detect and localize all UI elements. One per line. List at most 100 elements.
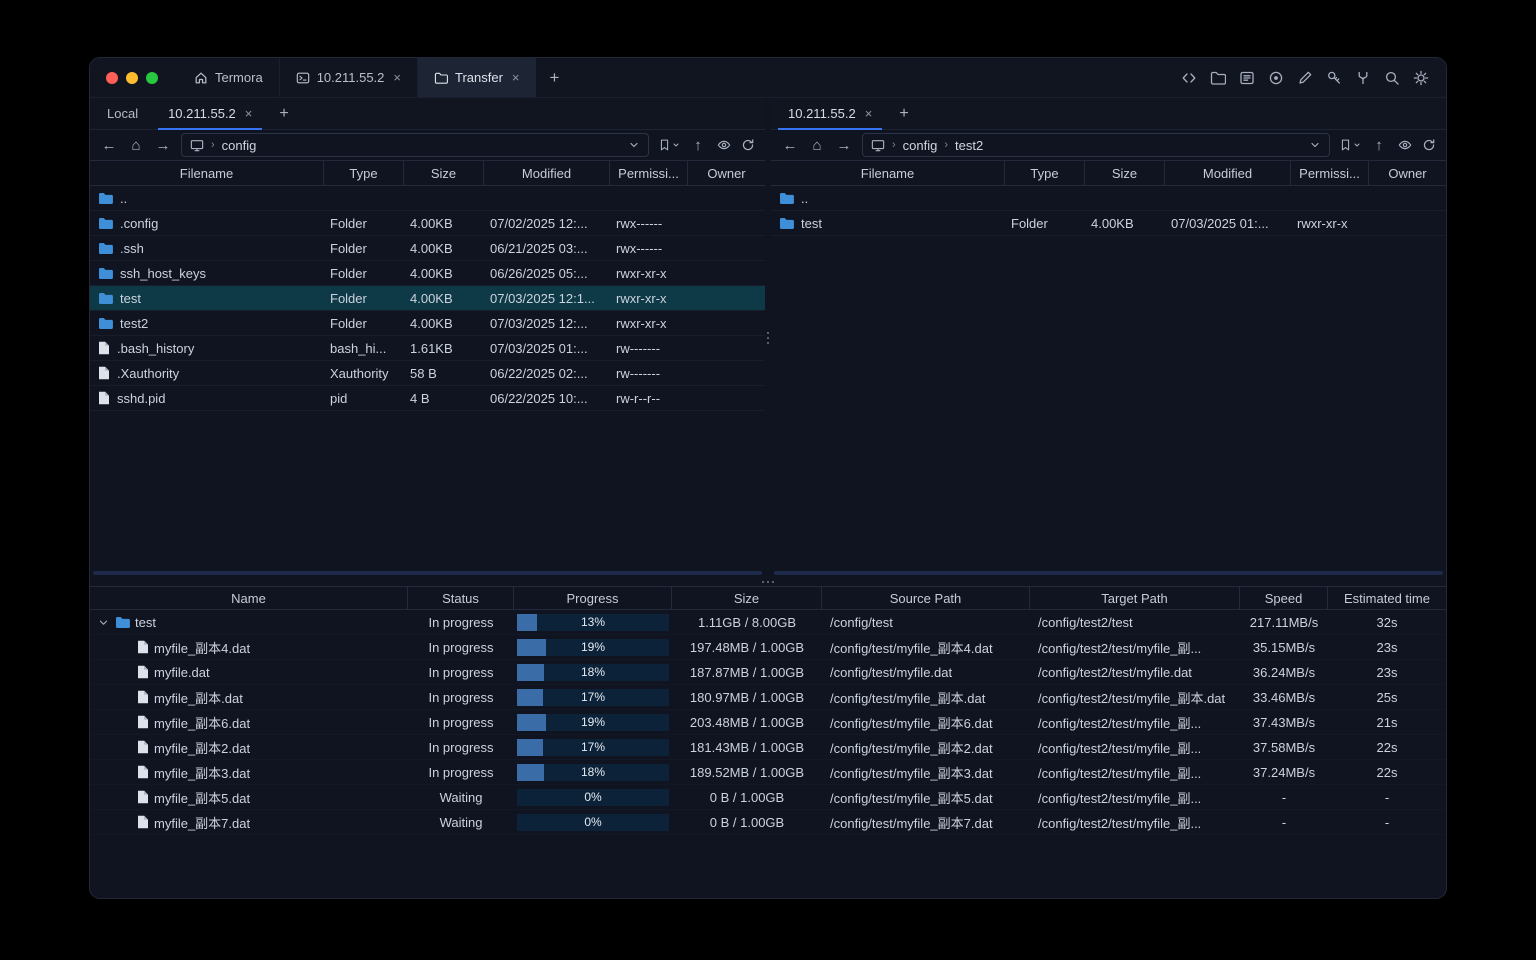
new-pane-tab-button[interactable]: + — [887, 98, 920, 129]
chevron-down-icon[interactable] — [1309, 139, 1321, 151]
transfer-target-path: /config/test2/test/myfile.dat — [1038, 664, 1192, 680]
transfer-panel: Name Status Progress Size Source Path Ta… — [90, 586, 1446, 898]
transfer-row[interactable]: myfile_副本.dat In progress 17% 180.97MB /… — [90, 685, 1446, 710]
file-row[interactable]: .Xauthority Xauthority 58 B 06/22/2025 0… — [90, 361, 765, 386]
transfer-row[interactable]: myfile_副本3.dat In progress 18% 189.52MB … — [90, 760, 1446, 785]
folder-icon[interactable] — [1206, 66, 1229, 89]
transfer-row[interactable]: myfile.dat In progress 18% 187.87MB / 1.… — [90, 660, 1446, 685]
transfer-row[interactable]: myfile_副本5.dat Waiting 0% 0 B / 1.00GB /… — [90, 785, 1446, 810]
tab-termora[interactable]: Termora — [178, 58, 279, 97]
column-header-type[interactable]: Type — [324, 161, 404, 185]
transfer-row[interactable]: myfile_副本6.dat In progress 19% 203.48MB … — [90, 710, 1446, 735]
close-icon[interactable]: × — [865, 107, 873, 120]
column-header-owner[interactable]: Owner — [1369, 161, 1446, 185]
back-button[interactable]: ← — [100, 138, 118, 153]
close-icon[interactable]: × — [245, 107, 253, 120]
breadcrumb-segment[interactable]: config — [903, 138, 938, 153]
file-row[interactable]: test Folder 4.00KB 07/03/2025 12:1... rw… — [90, 286, 765, 311]
forward-button[interactable]: → — [154, 138, 172, 153]
file-row[interactable]: .bash_history bash_hi... 1.61KB 07/03/20… — [90, 336, 765, 361]
home-button[interactable]: ⌂ — [127, 138, 145, 153]
tab-remote-host[interactable]: 10.211.55.2 × — [773, 98, 887, 130]
column-header-source-path[interactable]: Source Path — [822, 587, 1030, 609]
pen-icon[interactable] — [1293, 66, 1316, 89]
column-header-size[interactable]: Size — [404, 161, 484, 185]
key-icon[interactable] — [1322, 66, 1345, 89]
upload-button[interactable]: ↑ — [1370, 138, 1388, 153]
file-row[interactable]: test2 Folder 4.00KB 07/03/2025 12:... rw… — [90, 311, 765, 336]
close-icon[interactable]: × — [393, 71, 401, 84]
bookmark-button[interactable] — [658, 138, 680, 152]
breadcrumb-segment[interactable]: test2 — [955, 138, 983, 153]
column-header-permissions[interactable]: Permissi... — [610, 161, 688, 185]
log-icon[interactable] — [1235, 66, 1258, 89]
close-icon[interactable]: × — [512, 71, 520, 84]
folder-icon — [98, 242, 113, 255]
new-pane-tab-button[interactable]: + — [267, 98, 300, 129]
transfer-status: In progress — [428, 689, 494, 705]
home-button[interactable]: ⌂ — [808, 138, 826, 153]
file-row[interactable]: .ssh Folder 4.00KB 06/21/2025 03:... rwx… — [90, 236, 765, 261]
column-header-owner[interactable]: Owner — [688, 161, 765, 185]
computer-icon — [190, 139, 204, 152]
file-icon — [98, 391, 110, 405]
column-header-filename[interactable]: Filename — [771, 161, 1005, 185]
show-hidden-eye-icon[interactable] — [716, 138, 732, 152]
column-header-size[interactable]: Size — [1085, 161, 1165, 185]
column-header-permissions[interactable]: Permissi... — [1291, 161, 1369, 185]
column-header-status[interactable]: Status — [408, 587, 514, 609]
zoom-button[interactable] — [146, 71, 158, 84]
file-name: test — [801, 215, 822, 231]
transfer-row[interactable]: myfile_副本7.dat Waiting 0% 0 B / 1.00GB /… — [90, 810, 1446, 835]
horizontal-scrollbar[interactable] — [774, 571, 1443, 575]
column-header-modified[interactable]: Modified — [484, 161, 610, 185]
tab-local[interactable]: Local — [92, 98, 153, 129]
tab-transfer[interactable]: Transfer × — [417, 58, 536, 97]
path-breadcrumb[interactable]: › config › test2 — [862, 133, 1330, 157]
file-row[interactable]: sshd.pid pid 4 B 06/22/2025 10:... rw-r-… — [90, 386, 765, 411]
refresh-icon[interactable] — [741, 138, 755, 152]
column-header-speed[interactable]: Speed — [1240, 587, 1328, 609]
record-icon[interactable] — [1264, 66, 1287, 89]
column-header-size[interactable]: Size — [672, 587, 822, 609]
back-button[interactable]: ← — [781, 138, 799, 153]
file-row[interactable]: .. — [771, 186, 1446, 211]
column-header-target-path[interactable]: Target Path — [1030, 587, 1240, 609]
show-hidden-eye-icon[interactable] — [1397, 138, 1413, 152]
expand-chevron-icon[interactable] — [96, 617, 110, 628]
file-row[interactable]: test Folder 4.00KB 07/03/2025 01:... rwx… — [771, 211, 1446, 236]
file-row[interactable]: .. — [90, 186, 765, 211]
path-breadcrumb[interactable]: › config — [181, 133, 649, 157]
transfer-row[interactable]: myfile_副本4.dat In progress 19% 197.48MB … — [90, 635, 1446, 660]
transfer-row[interactable]: test In progress 13% 1.11GB / 8.00GB /co… — [90, 610, 1446, 635]
transfer-row[interactable]: myfile_副本2.dat In progress 17% 181.43MB … — [90, 735, 1446, 760]
minimize-button[interactable] — [126, 71, 138, 84]
forward-button[interactable]: → — [835, 138, 853, 153]
horizontal-scrollbar[interactable] — [93, 571, 762, 575]
tab-remote-host[interactable]: 10.211.55.2 × — [153, 98, 267, 130]
file-row[interactable]: .config Folder 4.00KB 07/02/2025 12:... … — [90, 211, 765, 236]
column-header-progress[interactable]: Progress — [514, 587, 672, 609]
horizontal-splitter[interactable] — [90, 578, 1446, 586]
search-icon[interactable] — [1380, 66, 1403, 89]
bookmark-button[interactable] — [1339, 138, 1361, 152]
settings-icon[interactable] — [1409, 66, 1432, 89]
column-header-modified[interactable]: Modified — [1165, 161, 1291, 185]
column-header-type[interactable]: Type — [1005, 161, 1085, 185]
refresh-icon[interactable] — [1422, 138, 1436, 152]
terminal-icon — [296, 71, 310, 85]
column-header-filename[interactable]: Filename — [90, 161, 324, 185]
chevron-down-icon[interactable] — [628, 139, 640, 151]
transfer-eta: - — [1384, 814, 1390, 830]
code-icon[interactable] — [1177, 66, 1200, 89]
upload-button[interactable]: ↑ — [689, 138, 707, 153]
new-tab-button[interactable]: + — [536, 58, 574, 97]
file-type: Folder — [1011, 215, 1048, 231]
column-header-name[interactable]: Name — [90, 587, 408, 609]
breadcrumb-segment[interactable]: config — [222, 138, 257, 153]
column-header-estimated-time[interactable]: Estimated time — [1328, 587, 1446, 609]
file-row[interactable]: ssh_host_keys Folder 4.00KB 06/26/2025 0… — [90, 261, 765, 286]
tab-host[interactable]: 10.211.55.2 × — [278, 58, 417, 97]
fork-icon[interactable] — [1351, 66, 1374, 89]
close-button[interactable] — [106, 71, 118, 84]
